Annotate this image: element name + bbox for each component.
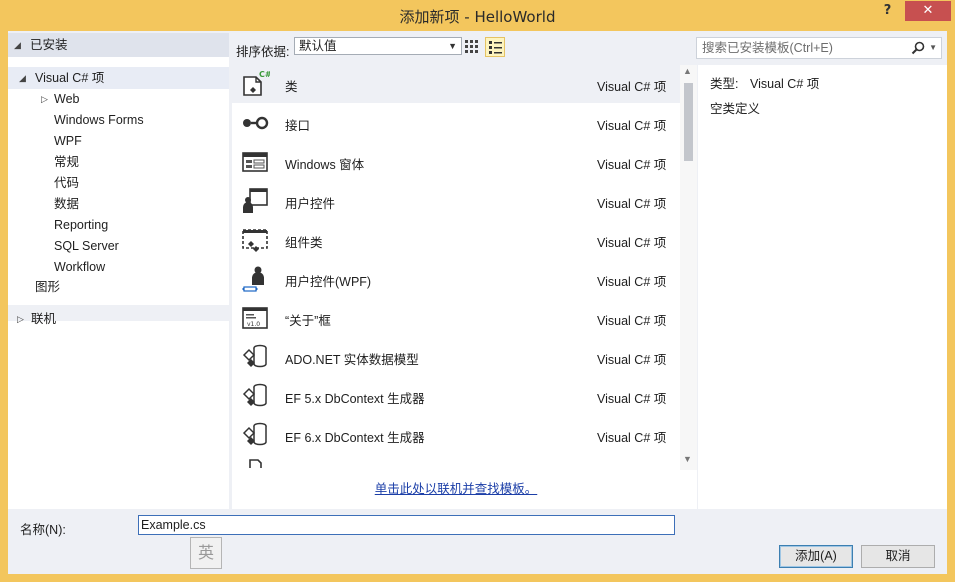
template-type: Visual C# 项 xyxy=(597,197,667,211)
template-category-tree: ◢ 已安装 ◢ Visual C# 项 ▷ Web Windows Forms … xyxy=(8,33,229,509)
template-type: Visual C# 项 xyxy=(597,158,667,172)
template-name: 用户控件(WPF) xyxy=(285,275,372,289)
component-class-icon xyxy=(242,229,268,252)
dialog-client: ◢ 已安装 ◢ Visual C# 项 ▷ Web Windows Forms … xyxy=(8,31,947,574)
tree-item-graphics[interactable]: 图形 xyxy=(35,277,60,297)
template-row-class[interactable]: C# 类 Visual C# 项 xyxy=(232,65,680,103)
name-label: 名称(N): xyxy=(20,523,66,537)
dbcontext-generator-icon xyxy=(242,422,267,446)
wpf-user-control-icon xyxy=(242,266,264,292)
tree-item-sql-server[interactable]: SQL Server xyxy=(54,236,119,256)
tree-item-code[interactable]: 代码 xyxy=(54,173,79,193)
tree-item-web[interactable]: Web xyxy=(54,89,79,109)
name-input-value: Example.cs xyxy=(141,518,206,532)
dialog-window: 添加新项 - HelloWorld ? ✕ ◢ 已安装 ◢ Visual C# … xyxy=(0,0,955,582)
interface-icon xyxy=(243,116,269,130)
close-button[interactable]: ✕ xyxy=(905,1,951,21)
type-label: 类型: xyxy=(710,77,739,91)
template-type: Visual C# 项 xyxy=(597,236,667,250)
svg-text:v1.0: v1.0 xyxy=(247,321,260,328)
online-templates-link[interactable]: 单击此处以联机并查找模板。 xyxy=(232,478,680,497)
tree-item-workflow[interactable]: Workflow xyxy=(54,257,105,277)
class-icon: C# xyxy=(243,70,270,96)
template-name: 类 xyxy=(285,80,298,94)
template-row-user-control[interactable]: 用户控件 Visual C# 项 xyxy=(232,182,680,220)
expand-arrow-icon[interactable]: ▷ xyxy=(17,309,24,329)
partial-template-icon xyxy=(249,459,262,468)
template-row-entity-model[interactable]: ADO.NET 实体数据模型 Visual C# 项 xyxy=(232,338,680,376)
chevron-down-icon: ▼ xyxy=(448,41,457,51)
scroll-up-icon[interactable]: ▲ xyxy=(683,66,692,76)
template-row-about-box[interactable]: v1.0 “关于”框 Visual C# 项 xyxy=(232,299,680,337)
template-name: Windows 窗体 xyxy=(285,158,365,172)
list-view-icon xyxy=(489,41,502,54)
grid-view-button[interactable] xyxy=(462,37,482,57)
collapse-arrow-icon[interactable]: ◢ xyxy=(19,68,26,88)
template-row-wpf-user-control[interactable]: 用户控件(WPF) Visual C# 项 xyxy=(232,260,680,298)
tree-item-general[interactable]: 常规 xyxy=(54,152,79,172)
cancel-button[interactable]: 取消 xyxy=(861,545,935,568)
expand-arrow-icon[interactable]: ▷ xyxy=(41,89,48,109)
name-input[interactable]: Example.cs xyxy=(138,515,675,535)
template-type: Visual C# 项 xyxy=(597,392,667,406)
user-control-icon xyxy=(243,188,268,213)
template-row-interface[interactable]: 接口 Visual C# 项 xyxy=(232,104,680,142)
installed-header[interactable]: ◢ 已安装 xyxy=(8,33,229,57)
window-title: 添加新项 - HelloWorld xyxy=(399,8,556,26)
template-description: 空类定义 xyxy=(710,102,761,116)
template-row-ef6-dbcontext[interactable]: EF 6.x DbContext 生成器 Visual C# 项 xyxy=(232,416,680,454)
template-type: Visual C# 项 xyxy=(597,275,667,289)
tree-item-visual-csharp[interactable]: Visual C# 项 xyxy=(35,68,104,88)
grid-view-icon xyxy=(465,40,478,53)
tree-item-reporting[interactable]: Reporting xyxy=(54,215,108,235)
template-list-scrollbar[interactable]: ▲ ▼ xyxy=(680,65,697,470)
template-row-ef5-dbcontext[interactable]: EF 5.x DbContext 生成器 Visual C# 项 xyxy=(232,377,680,415)
template-type: Visual C# 项 xyxy=(597,80,667,94)
scroll-thumb[interactable] xyxy=(684,83,693,161)
template-name: 用户控件 xyxy=(285,197,336,211)
installed-label: 已安装 xyxy=(30,38,68,52)
ime-mode-indicator[interactable]: 英 xyxy=(190,537,222,569)
scroll-down-icon[interactable]: ▼ xyxy=(683,454,692,464)
svg-text:C#: C# xyxy=(259,70,270,79)
search-icon[interactable] xyxy=(911,41,925,55)
title-bar[interactable]: 添加新项 - HelloWorld ? ✕ xyxy=(0,0,955,31)
template-row-windows-form[interactable]: Windows 窗体 Visual C# 项 xyxy=(232,143,680,181)
type-value: Visual C# 项 xyxy=(750,77,820,91)
template-name: “关于”框 xyxy=(285,314,331,328)
list-view-button[interactable] xyxy=(485,37,505,57)
template-type: Visual C# 项 xyxy=(597,314,667,328)
sort-value: 默认值 xyxy=(299,39,337,53)
template-name: 组件类 xyxy=(285,236,323,250)
dbcontext-generator-icon xyxy=(242,383,267,407)
search-placeholder: 搜索已安装模板(Ctrl+E) xyxy=(702,41,833,55)
entity-model-icon xyxy=(242,344,267,368)
search-input[interactable]: 搜索已安装模板(Ctrl+E) ▼ xyxy=(696,37,942,59)
sort-label: 排序依据: xyxy=(236,45,290,59)
template-name: ADO.NET 实体数据模型 xyxy=(285,353,419,367)
template-name: EF 5.x DbContext 生成器 xyxy=(285,392,425,406)
template-list: C# 类 Visual C# 项 接口 Visual C# 项 xyxy=(232,65,697,509)
collapse-arrow-icon[interactable]: ◢ xyxy=(14,35,21,55)
tree-item-online[interactable]: 联机 xyxy=(31,309,56,329)
template-type: Visual C# 项 xyxy=(597,119,667,133)
template-row-component-class[interactable]: 组件类 Visual C# 项 xyxy=(232,221,680,259)
sort-dropdown[interactable]: 默认值 ▼ xyxy=(294,37,462,55)
add-button[interactable]: 添加(A) xyxy=(779,545,853,568)
template-name: EF 6.x DbContext 生成器 xyxy=(285,431,425,445)
tree-item-windows-forms[interactable]: Windows Forms xyxy=(54,110,144,130)
template-type: Visual C# 项 xyxy=(597,431,667,445)
search-options-icon[interactable]: ▼ xyxy=(929,38,937,58)
windows-form-icon xyxy=(242,152,268,172)
about-box-icon: v1.0 xyxy=(242,307,268,329)
template-name: 接口 xyxy=(285,119,311,133)
tree-item-wpf[interactable]: WPF xyxy=(54,131,82,151)
template-type: Visual C# 项 xyxy=(597,353,667,367)
tree-item-data[interactable]: 数据 xyxy=(54,194,79,214)
help-button[interactable]: ? xyxy=(874,1,901,21)
template-details-pane: 类型: Visual C# 项 空类定义 xyxy=(698,65,947,509)
